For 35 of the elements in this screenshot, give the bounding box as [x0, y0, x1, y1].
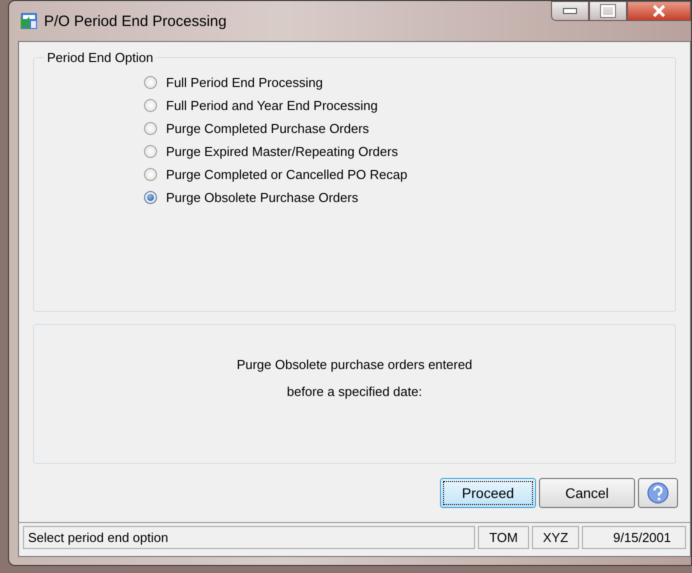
option-label: Purge Completed Purchase Orders	[166, 121, 370, 136]
option-label: Purge Obsolete Purchase Orders	[166, 190, 358, 205]
radio-option[interactable]: Purge Expired Master/Repeating Orders	[144, 144, 675, 159]
window-title: P/O Period End Processing	[44, 12, 227, 30]
help-icon	[647, 482, 669, 504]
radio-button[interactable]	[144, 145, 157, 158]
option-label: Full Period and Year End Processing	[166, 98, 378, 113]
status-date: 9/15/2001	[582, 526, 686, 549]
maximize-button[interactable]	[589, 1, 627, 21]
status-user: TOM	[478, 526, 529, 549]
dialog-button[interactable]: Proceed	[440, 478, 536, 508]
radio-option[interactable]: Purge Completed or Cancelled PO Recap	[144, 167, 675, 182]
radio-button[interactable]	[144, 168, 157, 181]
option-label: Purge Expired Master/Repeating Orders	[166, 144, 398, 159]
group-title: Period End Option	[46, 50, 154, 65]
radio-option[interactable]: Full Period End Processing	[144, 75, 675, 90]
dialog-button[interactable]: Cancel	[539, 478, 635, 508]
description-text: before a specified date:	[286, 384, 422, 399]
help-button[interactable]	[638, 478, 678, 508]
radio-button[interactable]	[144, 76, 157, 89]
close-icon	[652, 5, 666, 17]
radio-option[interactable]: Purge Obsolete Purchase Orders	[144, 190, 675, 205]
status-message: Select period end option	[23, 526, 476, 549]
radio-option[interactable]: Full Period and Year End Processing	[144, 98, 675, 113]
close-button[interactable]	[627, 1, 691, 21]
option-label: Full Period End Processing	[166, 75, 323, 90]
radio-option[interactable]: Purge Completed Purchase Orders	[144, 121, 675, 136]
minimize-button[interactable]	[551, 1, 589, 21]
radio-button[interactable]	[144, 99, 157, 112]
status-company: XYZ	[532, 526, 580, 549]
option-label: Purge Completed or Cancelled PO Recap	[166, 167, 408, 182]
description-text: Purge Obsolete purchase orders entered	[236, 357, 472, 372]
radio-button[interactable]	[144, 191, 157, 204]
app-icon	[20, 12, 38, 30]
radio-button[interactable]	[144, 122, 157, 135]
